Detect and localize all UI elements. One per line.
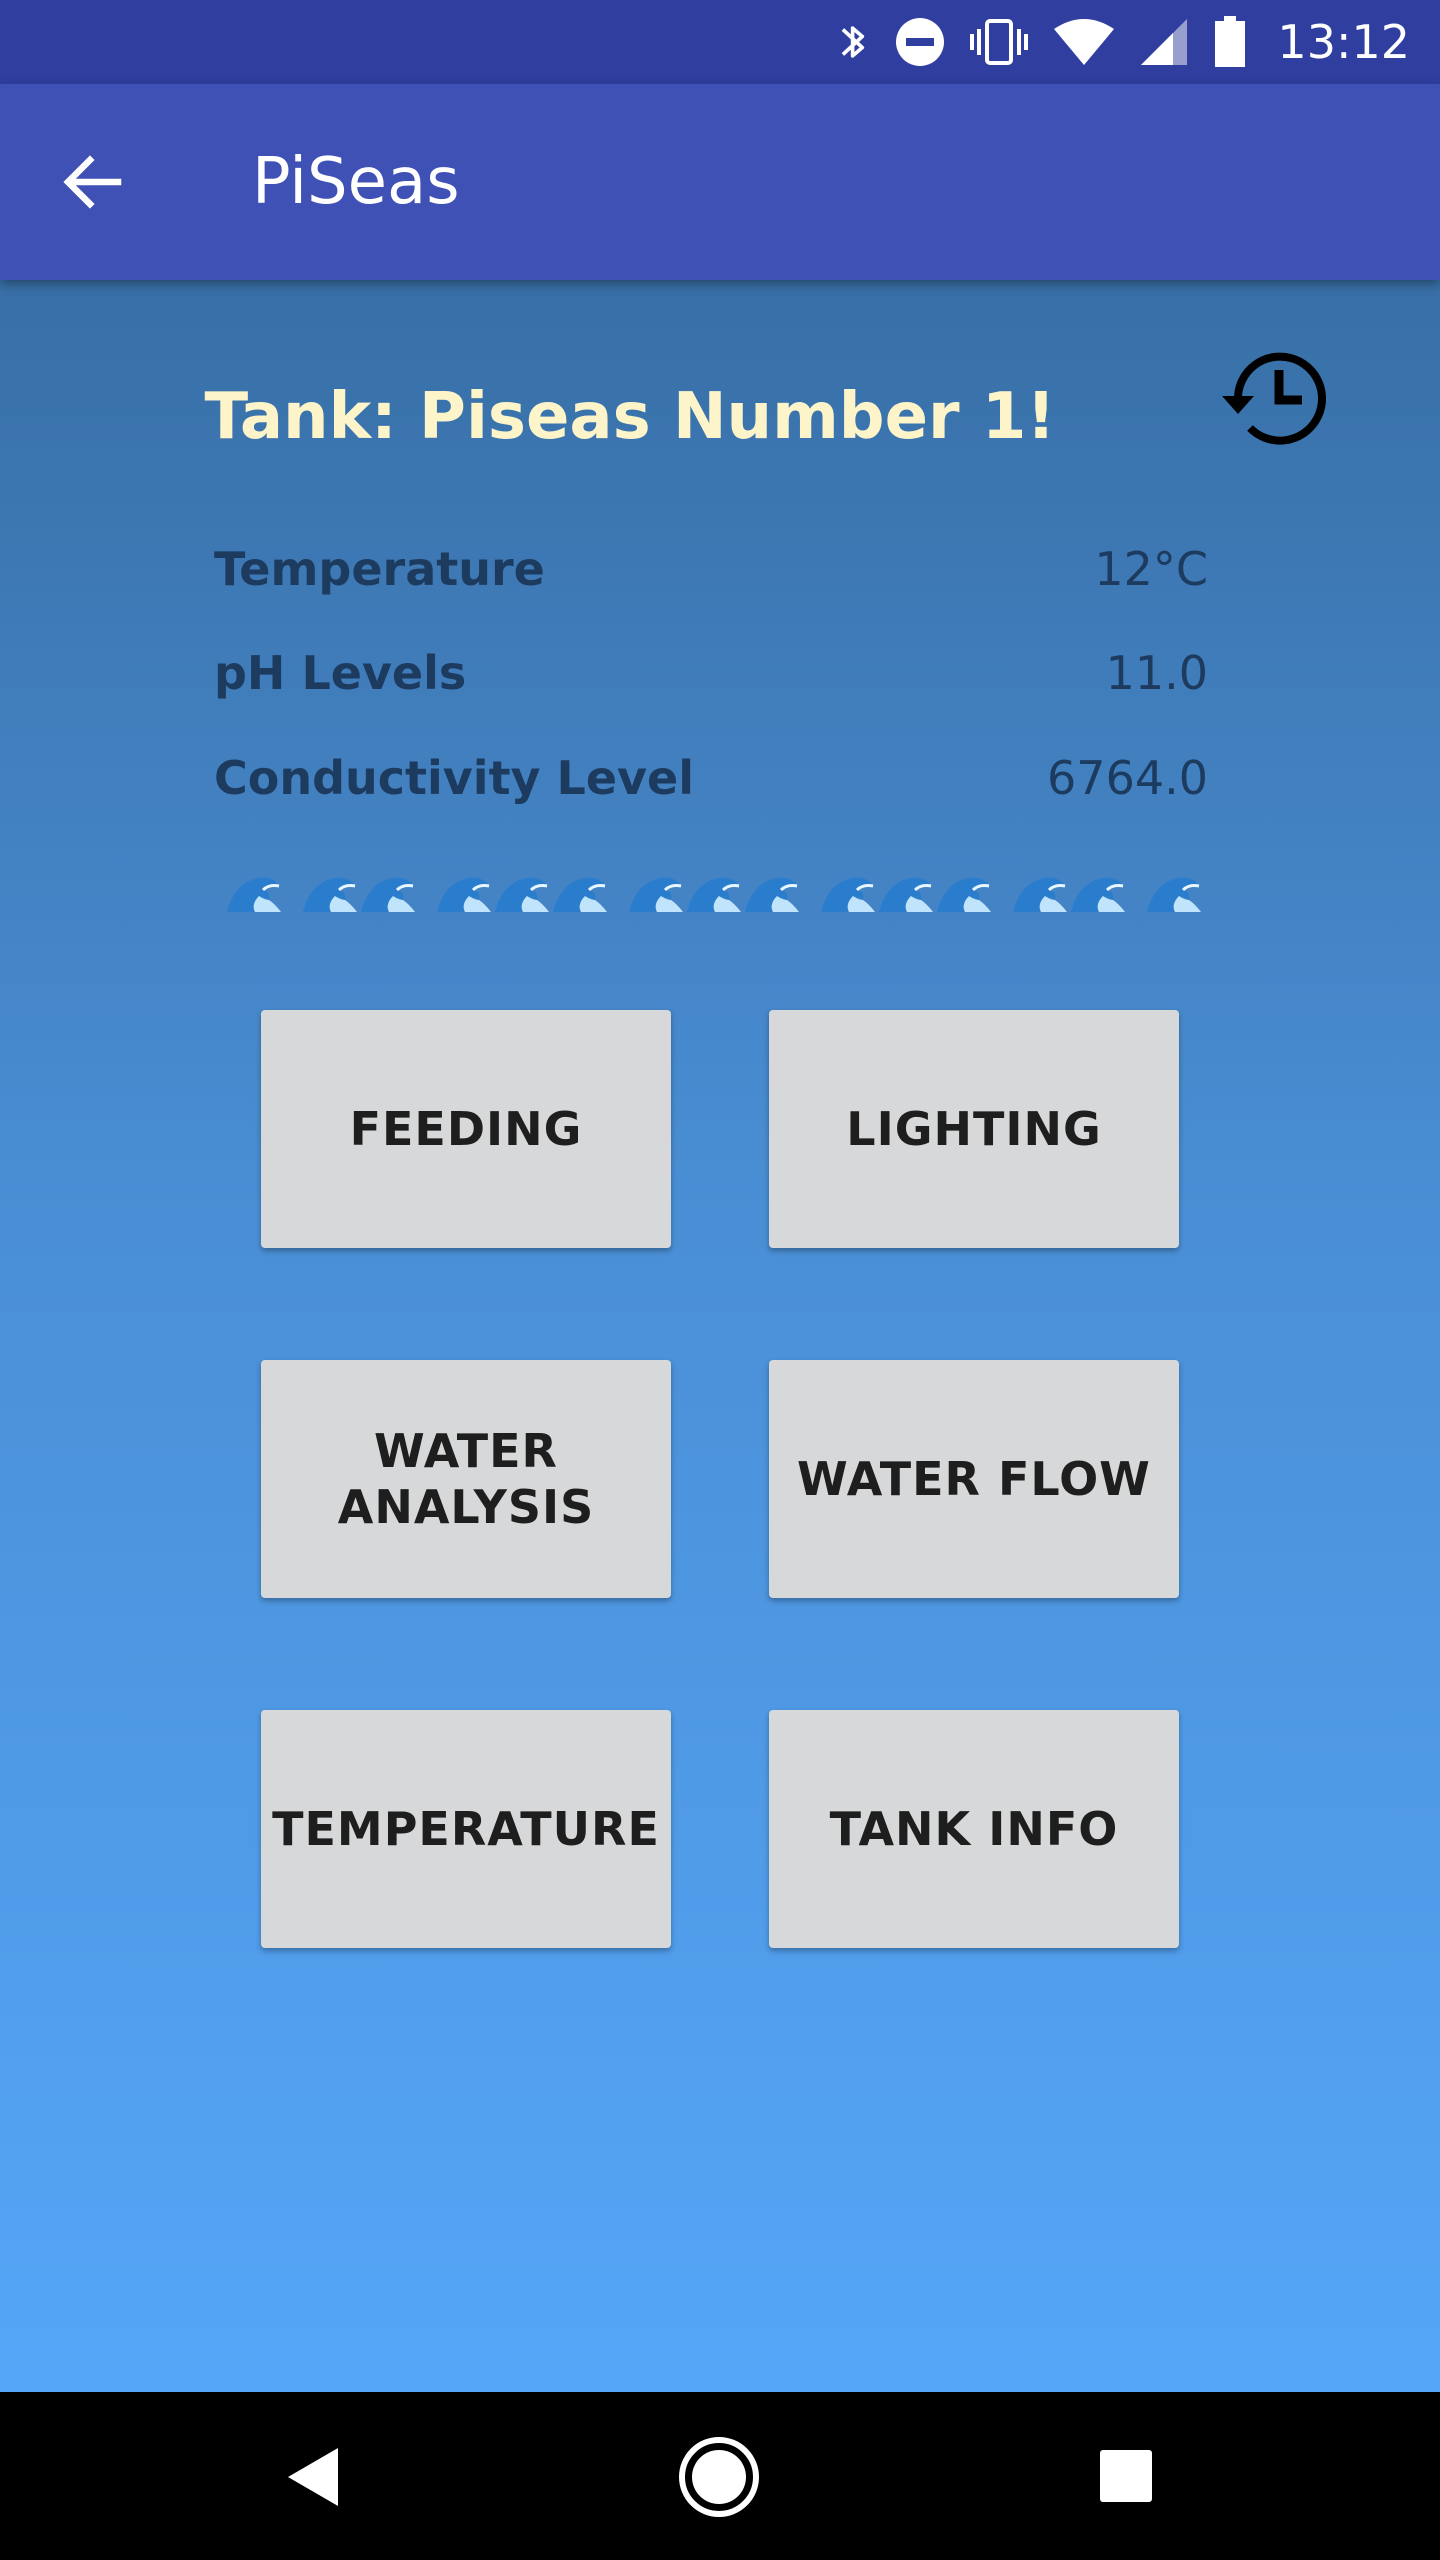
tank-info-button[interactable]: TANK INFO: [769, 1710, 1179, 1948]
wave-icon: [435, 867, 493, 913]
water-flow-button[interactable]: WATER FLOW: [769, 1360, 1179, 1598]
status-bar: 13:12: [0, 0, 1440, 84]
wave-icon: [1011, 867, 1069, 913]
temperature-button-label: TEMPERATURE: [272, 1802, 660, 1856]
vibrate-icon: [970, 19, 1029, 65]
water-analysis-line2: ANALYSIS: [337, 1480, 595, 1534]
lighting-button-label: LIGHTING: [846, 1102, 1102, 1156]
tank-info-button-label: TANK INFO: [829, 1802, 1119, 1856]
feeding-button-label: FEEDING: [349, 1102, 583, 1156]
reading-row-conductivity: Conductivity Level 6764.0: [214, 743, 1208, 813]
water-flow-button-label: WATER FLOW: [797, 1452, 1151, 1506]
reading-row-temperature: Temperature 12°C: [214, 534, 1208, 604]
wave-divider: [214, 855, 1214, 925]
wave-icon: [493, 867, 551, 913]
wave-icon: [627, 867, 685, 913]
main-content: Tank: Piseas Number 1! Temperature 12°C …: [0, 280, 1440, 2392]
wave-icon: [877, 867, 935, 913]
wave-icon: [301, 867, 359, 913]
wave-icon: [551, 867, 609, 913]
wave-icon: [1145, 867, 1203, 913]
water-analysis-button-label: WATER ANALYSIS: [338, 1423, 595, 1535]
wave-icon: [359, 867, 417, 913]
signal-icon: [1141, 19, 1188, 65]
wifi-icon: [1054, 19, 1115, 65]
lighting-button[interactable]: LIGHTING: [769, 1010, 1179, 1248]
recents-square-icon[interactable]: [1098, 2448, 1154, 2504]
reading-label: Temperature: [214, 542, 545, 596]
water-analysis-line1: WATER: [374, 1424, 558, 1478]
navigation-bar: [0, 2392, 1440, 2560]
wave-icon: [685, 867, 743, 913]
wave-icon: [819, 867, 877, 913]
wave-icon: [743, 867, 801, 913]
reading-value: 12°C: [1094, 542, 1208, 596]
home-circle-icon[interactable]: [678, 2436, 760, 2518]
wave-icon: [225, 867, 283, 913]
bluetooth-icon: [842, 26, 865, 58]
reading-value: 11.0: [1105, 646, 1208, 700]
status-icons: 13:12: [837, 0, 1410, 84]
status-time: 13:12: [1277, 15, 1410, 69]
do-not-disturb-icon: [896, 18, 945, 66]
battery-icon: [1215, 16, 1246, 67]
feeding-button[interactable]: FEEDING: [261, 1010, 671, 1248]
tank-title: Tank: Piseas Number 1!: [204, 380, 1056, 454]
reading-row-ph: pH Levels 11.0: [214, 638, 1208, 708]
temperature-button[interactable]: TEMPERATURE: [261, 1710, 671, 1948]
app-bar: PiSeas: [0, 84, 1440, 280]
reading-value: 6764.0: [1047, 751, 1208, 805]
wave-icon: [935, 867, 993, 913]
water-analysis-button[interactable]: WATER ANALYSIS: [261, 1360, 671, 1598]
back-triangle-icon[interactable]: [284, 2446, 344, 2508]
reading-label: pH Levels: [214, 646, 467, 700]
app-title: PiSeas: [252, 145, 460, 219]
reading-label: Conductivity Level: [214, 751, 695, 805]
arrow-back-icon[interactable]: [56, 146, 128, 218]
wave-icon: [1069, 867, 1127, 913]
